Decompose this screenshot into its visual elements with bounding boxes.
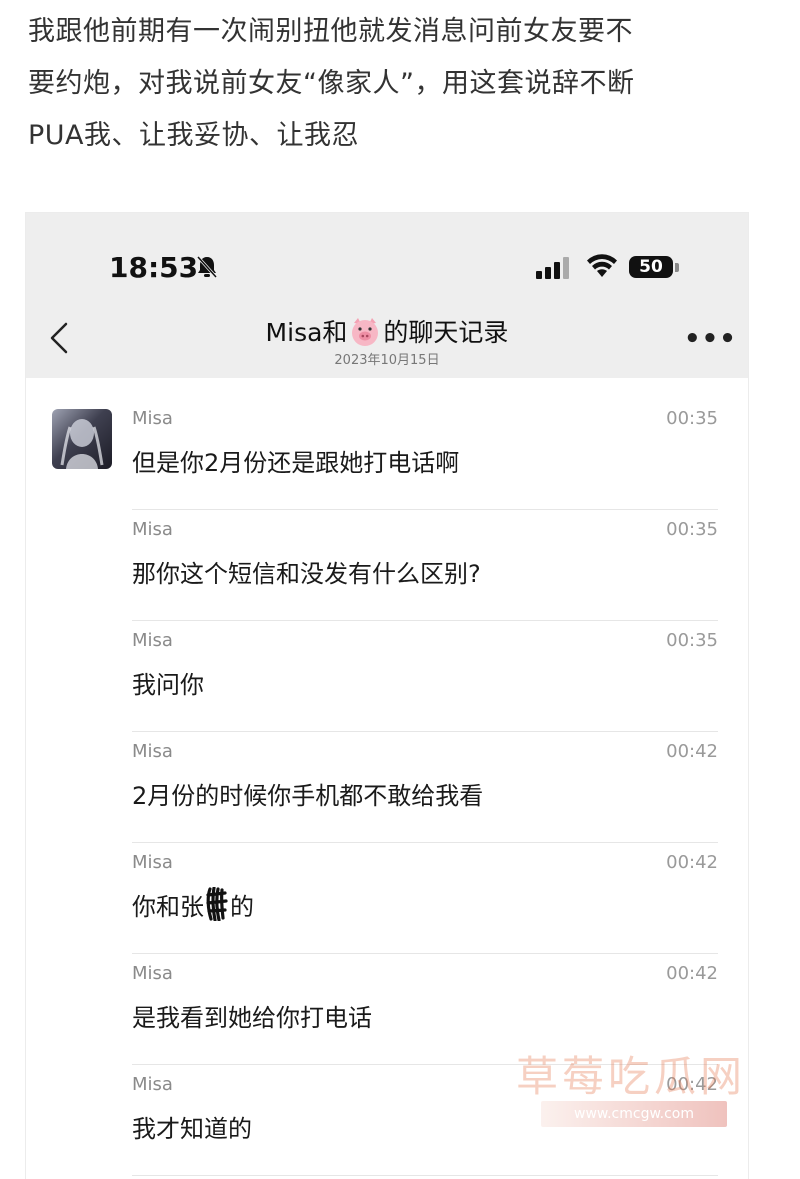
message-sender: Misa	[132, 630, 173, 651]
message-text: 我才知道的	[132, 1115, 252, 1143]
page-title: Misa和 的聊天记录	[26, 313, 748, 349]
battery-icon: 50	[629, 256, 673, 278]
message-sender: Misa	[132, 741, 173, 762]
message-time: 00:35	[666, 408, 718, 429]
message-text: 那你这个短信和没发有什么区别?	[132, 560, 481, 588]
battery-tip	[675, 263, 679, 272]
chat-date: 2023年10月15日	[334, 353, 440, 368]
message-time: 00:42	[666, 852, 718, 873]
message-sender: Misa	[132, 1074, 173, 1095]
post-text-line: 我跟他前期有一次闹别扭他就发消息问前女友要不	[28, 16, 633, 47]
status-time: 18:53	[109, 251, 199, 284]
wifi-icon	[586, 253, 618, 283]
message-text: 是我看到她给你打电话	[132, 1004, 372, 1032]
divider	[132, 1175, 718, 1176]
message-item: Misa 00:35 我问你	[132, 621, 718, 732]
chat-screenshot: 18:53 50 Misa和 的聊天记录 2023年10月15日 ••• Mis…	[26, 213, 748, 1179]
message-time: 00:42	[666, 963, 718, 984]
message-item: Misa 00:42 2月份的时候你手机都不敢给我看	[132, 732, 718, 843]
post-text-line: 要约炮，对我说前女友“像家人”，用这套说辞不断	[28, 68, 635, 99]
message-item: Misa 00:35 但是你2月份还是跟她打电话啊	[132, 399, 718, 510]
message-item: Misa 00:35 那你这个短信和没发有什么区别?	[132, 510, 718, 621]
post-text: 我跟他前期有一次闹别扭他就发消息问前女友要不 要约炮，对我说前女友“像家人”，用…	[28, 6, 778, 162]
message-text: 你和张 的	[132, 886, 254, 927]
title-prefix: Misa和	[265, 318, 348, 347]
message-time: 00:42	[666, 741, 718, 762]
message-sender: Misa	[132, 963, 173, 984]
post-text-line: PUA我、让我妥协、让我忍	[28, 120, 360, 151]
message-sender: Misa	[132, 852, 173, 873]
message-text: 2月份的时候你手机都不敢给我看	[132, 782, 484, 810]
watermark-url: www.cmcgw.com	[541, 1101, 727, 1127]
message-sender: Misa	[132, 519, 173, 540]
message-sender: Misa	[132, 408, 173, 429]
message-item: Misa 00:42 你和张 的	[132, 843, 718, 954]
more-icon[interactable]: •••	[684, 326, 736, 352]
message-time: 00:35	[666, 630, 718, 651]
avatar[interactable]	[52, 409, 112, 469]
cellular-signal-icon	[536, 257, 570, 283]
bell-muted-icon	[196, 255, 218, 283]
message-text: 我问你	[132, 671, 204, 699]
message-text: 但是你2月份还是跟她打电话啊	[132, 449, 460, 477]
watermark: 草莓吃瓜网	[516, 1052, 747, 1101]
redaction-scribble	[204, 886, 230, 927]
message-time: 00:35	[666, 519, 718, 540]
pig-face-icon	[349, 317, 381, 347]
title-suffix: 的聊天记录	[383, 318, 509, 347]
message-text-start: 你和张	[132, 893, 204, 921]
message-text-end: 的	[230, 893, 254, 921]
